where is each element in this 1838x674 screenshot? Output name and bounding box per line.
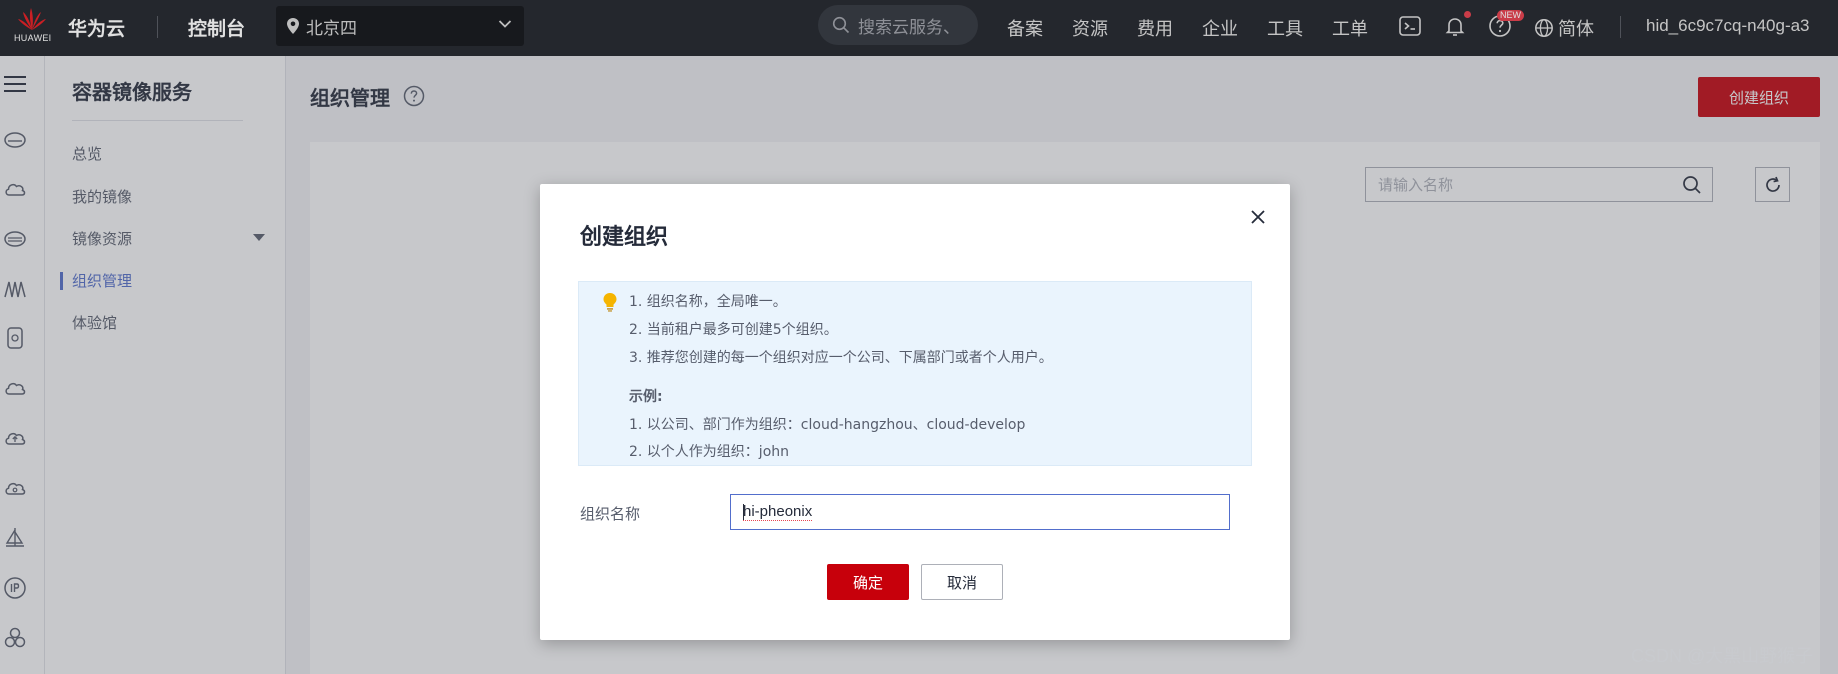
organization-name-label: 组织名称 xyxy=(580,505,641,523)
close-icon[interactable] xyxy=(1248,207,1268,227)
confirm-button[interactable]: 确定 xyxy=(827,564,909,600)
create-organization-dialog: 创建组织 1. 组织名称，全局唯一。 2. 当前租户最多可创建5个组织。 3. … xyxy=(540,184,1290,640)
tip-line-2: 2. 当前租户最多可创建5个组织。 xyxy=(629,322,838,338)
modal-backdrop-top xyxy=(0,0,1838,56)
example-line-1: 1. 以公司、部门作为组织：cloud-hangzhou、cloud-devel… xyxy=(629,417,1026,433)
tip-line-1: 1. 组织名称，全局唯一。 xyxy=(629,294,787,310)
organization-name-value: hi-pheonix xyxy=(743,503,813,521)
dialog-title: 创建组织 xyxy=(580,225,669,250)
lightbulb-icon xyxy=(603,293,617,312)
watermark-text: CSDN @大黑山野猴子 xyxy=(1631,646,1814,666)
example-line-2: 2. 以个人作为组织：john xyxy=(629,444,790,460)
tip-line-3: 3. 推荐您创建的每一个组织对应一个公司、下属部门或者个人用户。 xyxy=(629,350,1053,366)
example-title: 示例: xyxy=(629,389,663,405)
organization-name-input[interactable]: hi-pheonix xyxy=(730,494,1230,530)
tips-panel: 1. 组织名称，全局唯一。 2. 当前租户最多可创建5个组织。 3. 推荐您创建… xyxy=(578,281,1252,466)
cancel-button[interactable]: 取消 xyxy=(921,564,1003,600)
